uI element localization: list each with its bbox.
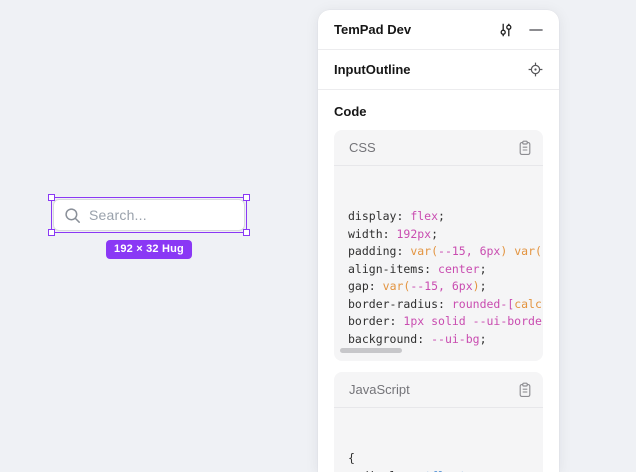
css-block-label: CSS bbox=[349, 140, 376, 155]
css-block-header: CSS bbox=[334, 130, 543, 166]
locate-icon[interactable] bbox=[528, 62, 543, 77]
javascript-block-label: JavaScript bbox=[349, 382, 410, 397]
dimensions-badge: 192 × 32 Hug bbox=[106, 240, 192, 259]
selection-handle[interactable] bbox=[243, 229, 250, 236]
javascript-block-header: JavaScript bbox=[334, 372, 543, 408]
javascript-code-block: JavaScript { display: 'flex', width: '19… bbox=[334, 372, 543, 472]
code-line: border: 1px solid --ui-border-color; bbox=[348, 313, 543, 331]
panel-title: TemPad Dev bbox=[334, 22, 411, 37]
code-line: gap: var(--15, 6px); bbox=[348, 278, 543, 296]
code-line: { bbox=[348, 450, 543, 468]
component-name: InputOutline bbox=[334, 62, 411, 77]
selection-handle[interactable] bbox=[243, 194, 250, 201]
code-line: align-items: center; bbox=[348, 261, 543, 279]
code-line: display: flex; bbox=[348, 208, 543, 226]
panel-header: TemPad Dev bbox=[318, 10, 559, 50]
code-line: border-radius: rounded-[calc(var(--15))]… bbox=[348, 296, 543, 314]
figma-canvas: Search... 192 × 32 Hug TemPad Dev bbox=[0, 0, 636, 472]
component-row: InputOutline bbox=[318, 50, 559, 90]
search-placeholder: Search... bbox=[89, 208, 147, 222]
sliders-icon[interactable] bbox=[498, 22, 514, 38]
copy-icon[interactable] bbox=[518, 140, 532, 156]
selection-handle[interactable] bbox=[48, 229, 55, 236]
code-line: padding: var(--15, 6px) var(--15, 6px); bbox=[348, 243, 543, 261]
tempad-dev-panel: TemPad Dev InputOutline bbox=[318, 10, 559, 472]
code-section-heading: Code bbox=[334, 104, 543, 119]
horizontal-scrollbar[interactable] bbox=[340, 348, 402, 353]
copy-icon[interactable] bbox=[518, 382, 532, 398]
minimize-icon[interactable] bbox=[529, 23, 543, 37]
css-code: display: flex;width: 192px;padding: var(… bbox=[334, 166, 543, 361]
code-line: background: --ui-bg; bbox=[348, 331, 543, 349]
css-code-block: CSS display: flex;width: 192px;padding: … bbox=[334, 130, 543, 361]
javascript-code: { display: 'flex', width: '192px', paddi… bbox=[334, 408, 543, 472]
code-line: display: 'flex', bbox=[348, 468, 543, 472]
search-input-component[interactable]: Search... bbox=[53, 199, 245, 231]
search-icon bbox=[64, 207, 81, 224]
code-line: width: 192px; bbox=[348, 226, 543, 244]
